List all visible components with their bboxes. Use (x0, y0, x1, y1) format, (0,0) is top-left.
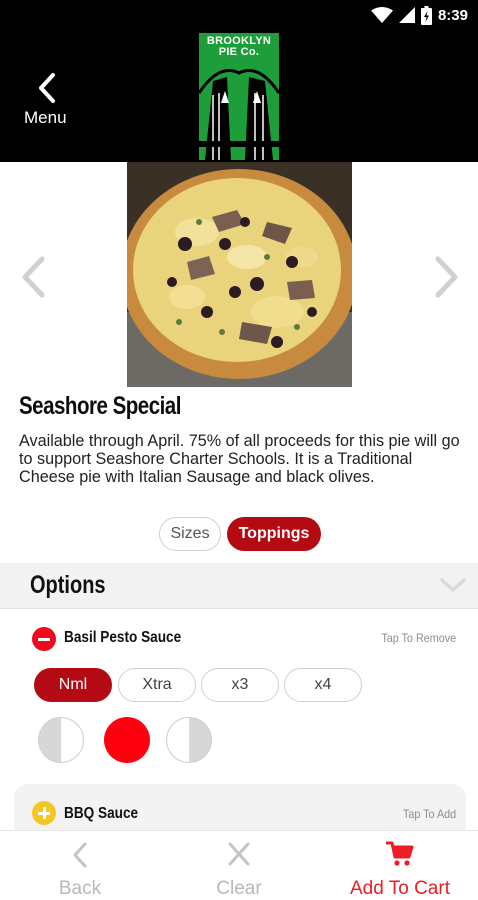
clear-label: Clear (216, 878, 262, 899)
add-to-cart-button[interactable]: Add To Cart (330, 831, 470, 900)
chevron-left-icon (39, 73, 55, 103)
tap-to-remove-hint[interactable]: Tap To Remove (381, 631, 456, 645)
tap-to-add-hint[interactable]: Tap To Add (403, 807, 456, 821)
status-time: 8:39 (437, 6, 468, 24)
topping-name: Basil Pesto Sauce (64, 629, 182, 646)
menu-back-label: Menu (24, 108, 67, 127)
close-icon (228, 842, 250, 866)
bridge-graphic (199, 69, 279, 160)
product-title: Seashore Special (19, 392, 181, 420)
chevron-left-icon (22, 256, 45, 298)
pizza-photo (127, 162, 352, 387)
status-bar: 8:39 (370, 4, 468, 26)
brooklyn-pie-logo: BROOKLYN PIE Co. (199, 33, 279, 160)
amount-x3-button[interactable]: x3 (201, 668, 279, 702)
product-description: Available through April. 75% of all proc… (19, 432, 460, 486)
options-section-header[interactable]: Options (0, 563, 478, 609)
back-label: Back (58, 878, 102, 899)
menu-back-button[interactable]: Menu (20, 70, 80, 130)
amount-extra-button[interactable]: Xtra (118, 668, 196, 702)
topping-row-basil-pesto: Basil Pesto Sauce Tap To Remove (0, 618, 478, 658)
bottom-action-bar: Back Clear Add To Cart (0, 830, 478, 900)
add-topping-icon[interactable] (32, 801, 56, 825)
tab-toppings[interactable]: Toppings (227, 517, 321, 551)
previous-image-button[interactable] (18, 255, 48, 299)
signal-icon (398, 7, 415, 23)
app-header: 8:39 Menu BROOKLYN PIE Co. (0, 0, 478, 162)
whole-pizza-placement-icon[interactable] (104, 717, 150, 763)
battery-icon (420, 5, 432, 25)
chevron-down-icon (440, 578, 466, 592)
next-image-button[interactable] (432, 255, 462, 299)
add-to-cart-label: Add To Cart (350, 878, 450, 899)
topping-name: BBQ Sauce (64, 805, 139, 822)
options-title: Options (30, 571, 106, 599)
shopping-cart-icon (386, 841, 414, 866)
clear-button[interactable]: Clear (199, 831, 279, 900)
wifi-icon (370, 7, 393, 23)
tab-sizes[interactable]: Sizes (159, 517, 221, 551)
right-half-placement-icon[interactable] (166, 717, 212, 763)
amount-x4-button[interactable]: x4 (284, 668, 362, 702)
remove-topping-icon[interactable] (32, 627, 56, 651)
amount-normal-button[interactable]: Nml (34, 668, 112, 702)
chevron-right-icon (435, 256, 458, 298)
chevron-left-icon (73, 842, 87, 868)
back-button[interactable]: Back (40, 831, 120, 900)
left-half-placement-icon[interactable] (38, 717, 84, 763)
